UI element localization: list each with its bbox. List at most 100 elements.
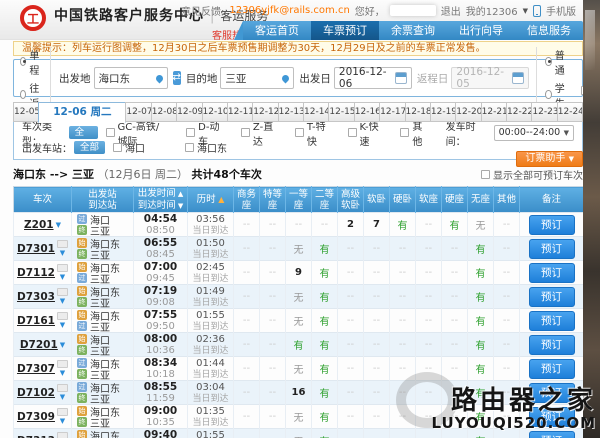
train-number-link[interactable]: D7307 <box>17 363 55 375</box>
to-input[interactable]: 三亚 <box>220 67 295 89</box>
depart-station-checkbox-1[interactable] <box>185 143 195 152</box>
col-header-14[interactable]: 其他 <box>493 186 520 213</box>
show-all-row[interactable]: 显示全部可预订车次 <box>481 167 583 182</box>
nav-tab-2[interactable]: 余票查询 <box>379 21 447 40</box>
oneway-radio-row[interactable]: 单程 <box>20 47 42 77</box>
book-button[interactable]: 预订 <box>528 214 575 235</box>
col-header-2[interactable]: 出发时间 ▲ 到达时间 ▼ <box>133 186 188 213</box>
date-tab-12-14[interactable]: 12-14 <box>303 102 330 122</box>
col-header-13[interactable]: 无座 <box>467 186 494 213</box>
expand-caret-icon[interactable]: ▼ <box>56 221 61 229</box>
date-tab-12-07[interactable]: 12-07 <box>125 102 152 122</box>
expand-caret-icon[interactable]: ▼ <box>60 393 65 401</box>
expand-caret-icon[interactable]: ▼ <box>60 297 65 305</box>
booking-helper-button[interactable]: 订票助手 ▼ <box>516 151 583 167</box>
from-input[interactable]: 海口东 <box>93 67 168 89</box>
book-button[interactable]: 预订 <box>528 310 575 331</box>
expand-caret-icon[interactable]: ▼ <box>60 273 65 281</box>
swap-stations-icon[interactable]: ⇄ <box>172 71 181 85</box>
sort-arrow-icon[interactable]: ▲ <box>216 195 224 204</box>
date-tab-12-19[interactable]: 12-19 <box>429 102 457 122</box>
col-header-7[interactable]: 二等座 <box>311 186 338 213</box>
book-button[interactable]: 预订 <box>528 382 575 403</box>
normal-radio[interactable] <box>545 57 552 66</box>
date-tab-12-23[interactable]: 12-23 <box>531 102 558 122</box>
depart-date-input[interactable]: 2016-12-06 <box>333 66 412 90</box>
train-number-link[interactable]: Z201 <box>24 219 54 231</box>
sort-arrow-icon[interactable]: ▲ <box>176 190 183 198</box>
book-button[interactable]: 预订 <box>528 334 575 355</box>
date-tab-12-18[interactable]: 12-18 <box>404 102 431 122</box>
expand-caret-icon[interactable]: ▼ <box>60 341 65 349</box>
date-tab-12-22[interactable]: 12-22 <box>506 102 533 122</box>
train-number-link[interactable]: D7161 <box>17 315 55 327</box>
col-header-9[interactable]: 软卧 <box>363 186 390 213</box>
show-all-checkbox[interactable] <box>481 170 490 179</box>
date-tab-12-08[interactable]: 12-08 <box>150 102 178 122</box>
date-tab-12-20[interactable]: 12-20 <box>455 102 482 122</box>
col-header-3[interactable]: 历时 ▲ <box>187 186 234 213</box>
train-number-link[interactable]: D7313 <box>17 435 55 438</box>
depart-station-option-0[interactable]: 海口 <box>113 140 145 155</box>
train-type-checkbox-3[interactable] <box>294 128 304 137</box>
normal-radio-row[interactable]: 普通 <box>545 47 567 77</box>
expand-caret-icon[interactable]: ▼ <box>60 417 65 425</box>
train-type-checkbox-4[interactable] <box>347 128 357 137</box>
student-radio[interactable] <box>545 90 552 99</box>
col-header-12[interactable]: 硬座 <box>441 186 468 213</box>
col-header-15[interactable]: 备注 <box>519 186 584 213</box>
train-number-link[interactable]: D7309 <box>17 411 55 423</box>
train-type-checkbox-5[interactable] <box>400 128 410 137</box>
oneway-radio[interactable] <box>20 57 27 66</box>
nav-tab-3[interactable]: 出行向导 <box>447 21 515 40</box>
col-header-8[interactable]: 高级 软卧 <box>337 186 364 213</box>
train-type-checkbox-2[interactable] <box>240 128 250 137</box>
book-button[interactable]: 预订 <box>528 358 575 379</box>
train-type-checkbox-0[interactable] <box>105 128 115 137</box>
train-type-option-5[interactable]: 其他 <box>400 118 427 148</box>
date-tab-12-13[interactable]: 12-13 <box>277 102 304 122</box>
book-button[interactable]: 预订 <box>528 238 575 259</box>
train-number-link[interactable]: D7201 <box>20 339 58 351</box>
expand-caret-icon[interactable]: ▼ <box>60 321 65 329</box>
expand-caret-icon[interactable]: ▼ <box>60 369 65 377</box>
depart-station-all-button[interactable]: 全部 <box>74 141 106 154</box>
sort-arrow-icon[interactable]: ▼ <box>176 202 183 210</box>
col-header-0[interactable]: 车次 <box>13 186 72 213</box>
col-header-11[interactable]: 软座 <box>415 186 442 213</box>
date-tab-12-06[interactable]: 12-06 周二 <box>38 102 127 123</box>
train-number-link[interactable]: D7112 <box>17 267 55 279</box>
logout-link[interactable]: 退出 <box>441 3 461 18</box>
depart-station-option-1[interactable]: 海口东 <box>185 140 227 155</box>
expand-caret-icon[interactable]: ▼ <box>60 249 65 257</box>
col-header-5[interactable]: 特等座 <box>259 186 286 213</box>
nav-tab-0[interactable]: 客运首页 <box>243 21 311 40</box>
mobile-version-link[interactable]: 手机版 <box>546 3 576 18</box>
train-number-link[interactable]: D7102 <box>17 387 55 399</box>
feedback-email-link[interactable]: 12306yjfk@rails.com.cn <box>229 5 349 16</box>
date-tab-12-21[interactable]: 12-21 <box>480 102 507 122</box>
date-tab-12-16[interactable]: 12-16 <box>353 102 381 122</box>
date-tab-12-10[interactable]: 12-10 <box>201 102 228 122</box>
col-header-10[interactable]: 硬卧 <box>389 186 416 213</box>
train-type-all-button[interactable]: 全部 <box>68 126 98 151</box>
train-type-option-4[interactable]: K-快速 <box>347 118 383 148</box>
calendar-icon[interactable] <box>394 72 407 84</box>
date-tab-12-17[interactable]: 12-17 <box>379 102 406 122</box>
nav-tab-4[interactable]: 信息服务 <box>515 21 583 40</box>
chevron-down-icon[interactable]: ▼ <box>523 7 528 15</box>
date-tab-12-12[interactable]: 12-12 <box>252 102 279 122</box>
nav-tab-1[interactable]: 车票预订 <box>311 21 379 40</box>
train-type-checkbox-1[interactable] <box>186 128 196 137</box>
book-button[interactable]: 预订 <box>528 430 575 438</box>
date-tab-12-05[interactable]: 12-05 <box>13 102 40 122</box>
train-number-link[interactable]: D7301 <box>17 243 55 255</box>
depart-station-checkbox-0[interactable] <box>113 143 123 152</box>
date-tab-12-24[interactable]: 12-24 <box>556 102 584 122</box>
round-radio[interactable] <box>20 90 27 99</box>
book-button[interactable]: 预订 <box>528 262 575 283</box>
book-button[interactable]: 预订 <box>528 286 575 307</box>
book-button[interactable]: 预订 <box>528 406 575 427</box>
col-header-4[interactable]: 商务座 <box>233 186 260 213</box>
col-header-6[interactable]: 一等座 <box>285 186 312 213</box>
